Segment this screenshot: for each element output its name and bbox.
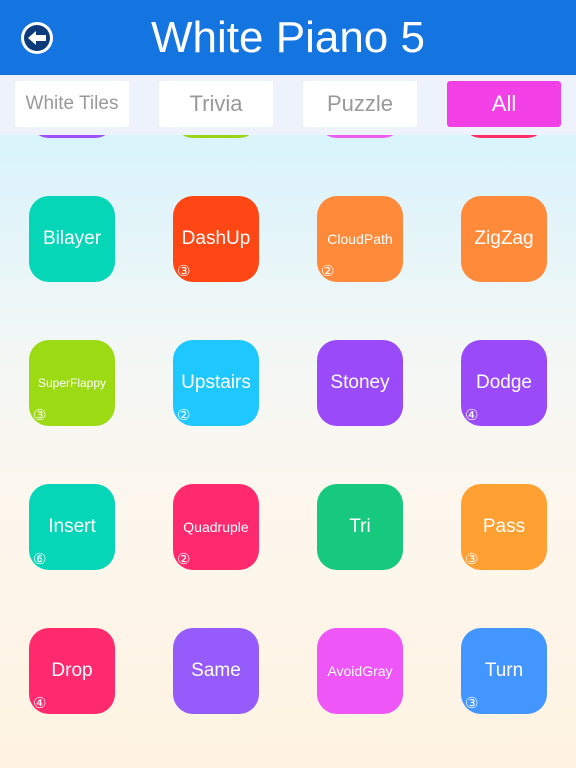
- level-count-badge: ⑥: [33, 551, 47, 568]
- game-tile-label: Dodge: [476, 372, 532, 393]
- level-count-badge: ②: [321, 263, 335, 280]
- level-count-badge: ③: [33, 407, 47, 424]
- tab-white-tiles[interactable]: White Tiles: [15, 81, 129, 127]
- game-tile-label: Tri: [349, 516, 371, 537]
- game-tile-turn[interactable]: Turn ③: [461, 628, 547, 714]
- game-tile-label: Drop: [51, 660, 93, 681]
- game-tile-upstairs[interactable]: Upstairs ②: [173, 340, 259, 426]
- game-tile-pass[interactable]: Pass ③: [461, 484, 547, 570]
- level-count-badge: ②: [177, 407, 191, 424]
- game-tile-drop[interactable]: Drop ④: [29, 628, 115, 714]
- game-tile-bilayer[interactable]: Bilayer: [29, 196, 115, 282]
- level-count-badge: ③: [465, 695, 479, 712]
- game-tile-tri[interactable]: Tri: [317, 484, 403, 570]
- game-tile-label: Stoney: [330, 372, 390, 393]
- game-tile-label: Pass: [482, 516, 526, 537]
- game-tile-label: Insert: [48, 516, 96, 537]
- game-tile-label: CloudPath: [327, 231, 393, 247]
- tab-all[interactable]: All: [447, 81, 561, 127]
- game-tile-dodge[interactable]: Dodge ④: [461, 340, 547, 426]
- game-tile-quadruple[interactable]: Quadruple ②: [173, 484, 259, 570]
- level-count-badge: ③: [465, 551, 479, 568]
- tab-puzzle[interactable]: Puzzle: [303, 81, 417, 127]
- game-tile-zigzag[interactable]: ZigZag: [461, 196, 547, 282]
- page-title: White Piano 5: [151, 13, 425, 62]
- game-tile-label: ZigZag: [474, 228, 534, 249]
- level-count-badge: ④: [465, 407, 479, 424]
- game-tile-label: Upstairs: [181, 372, 251, 393]
- game-tile-superflappy[interactable]: SuperFlappy ③: [29, 340, 115, 426]
- level-count-badge: ③: [177, 263, 191, 280]
- category-tabs: White Tiles Trivia Puzzle All: [0, 75, 576, 135]
- game-tile-dashup[interactable]: DashUp ③: [173, 196, 259, 282]
- game-tile-label: Same: [191, 660, 241, 681]
- game-tile-label: Bilayer: [42, 228, 102, 249]
- game-tile-label: Quadruple: [183, 519, 249, 535]
- level-count-badge: ②: [177, 551, 191, 568]
- game-tile-same[interactable]: Same: [173, 628, 259, 714]
- game-tile-insert[interactable]: Insert ⑥: [29, 484, 115, 570]
- game-tile-avoidgray[interactable]: AvoidGray: [317, 628, 403, 714]
- game-tile-cloudpath[interactable]: CloudPath ②: [317, 196, 403, 282]
- game-tile-label: SuperFlappy: [37, 376, 107, 390]
- tab-trivia[interactable]: Trivia: [159, 81, 273, 127]
- level-count-badge: ④: [33, 695, 47, 712]
- game-tile-label: Turn: [484, 660, 524, 681]
- game-tile-stoney[interactable]: Stoney: [317, 340, 403, 426]
- game-tile-label: AvoidGray: [327, 663, 393, 679]
- game-tile-label: DashUp: [181, 228, 251, 249]
- header-bar: White Piano 5: [0, 0, 576, 75]
